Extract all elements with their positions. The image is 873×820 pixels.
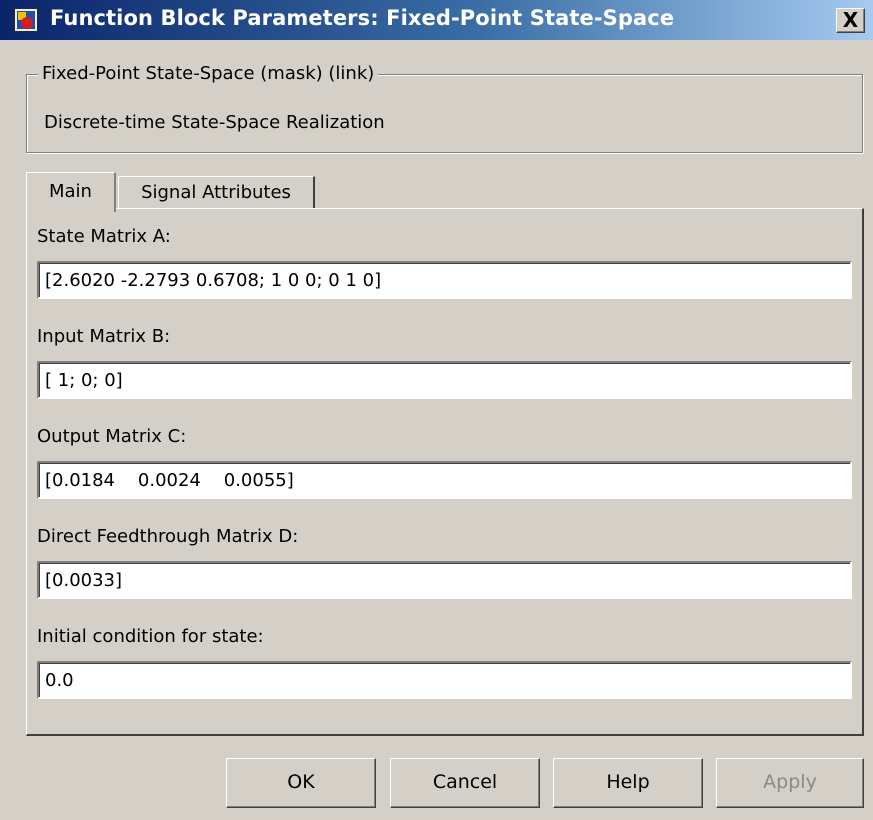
close-button[interactable]: X <box>836 8 865 33</box>
output-matrix-c-input[interactable] <box>37 461 852 499</box>
tab-main-label: Main <box>49 181 92 202</box>
window-title: Function Block Parameters: Fixed-Point S… <box>50 6 675 30</box>
help-button[interactable]: Help <box>553 758 703 808</box>
tab-main[interactable]: Main <box>26 172 116 212</box>
initial-condition-input[interactable] <box>37 661 852 699</box>
simulink-app-icon <box>14 8 38 32</box>
feedthrough-matrix-d-label: Direct Feedthrough Matrix D: <box>37 526 299 547</box>
tab-signal-attributes-label: Signal Attributes <box>141 182 291 203</box>
output-matrix-c-label: Output Matrix C: <box>37 426 187 447</box>
state-matrix-a-label: State Matrix A: <box>37 226 171 247</box>
dialog-window: Function Block Parameters: Fixed-Point S… <box>0 0 873 820</box>
mask-description: Discrete-time State-Space Realization <box>44 112 385 133</box>
ok-button[interactable]: OK <box>226 758 376 808</box>
tab-signal-attributes[interactable]: Signal Attributes <box>118 176 315 208</box>
initial-condition-label: Initial condition for state: <box>37 626 264 647</box>
apply-button[interactable]: Apply <box>716 758 864 808</box>
title-bar[interactable]: Function Block Parameters: Fixed-Point S… <box>0 0 873 40</box>
cancel-button[interactable]: Cancel <box>390 758 540 808</box>
input-matrix-b-label: Input Matrix B: <box>37 326 171 347</box>
input-matrix-b-input[interactable] <box>37 361 852 399</box>
mask-legend: Fixed-Point State-Space (mask) (link) <box>38 63 379 84</box>
feedthrough-matrix-d-input[interactable] <box>37 561 852 599</box>
state-matrix-a-input[interactable] <box>37 261 852 299</box>
